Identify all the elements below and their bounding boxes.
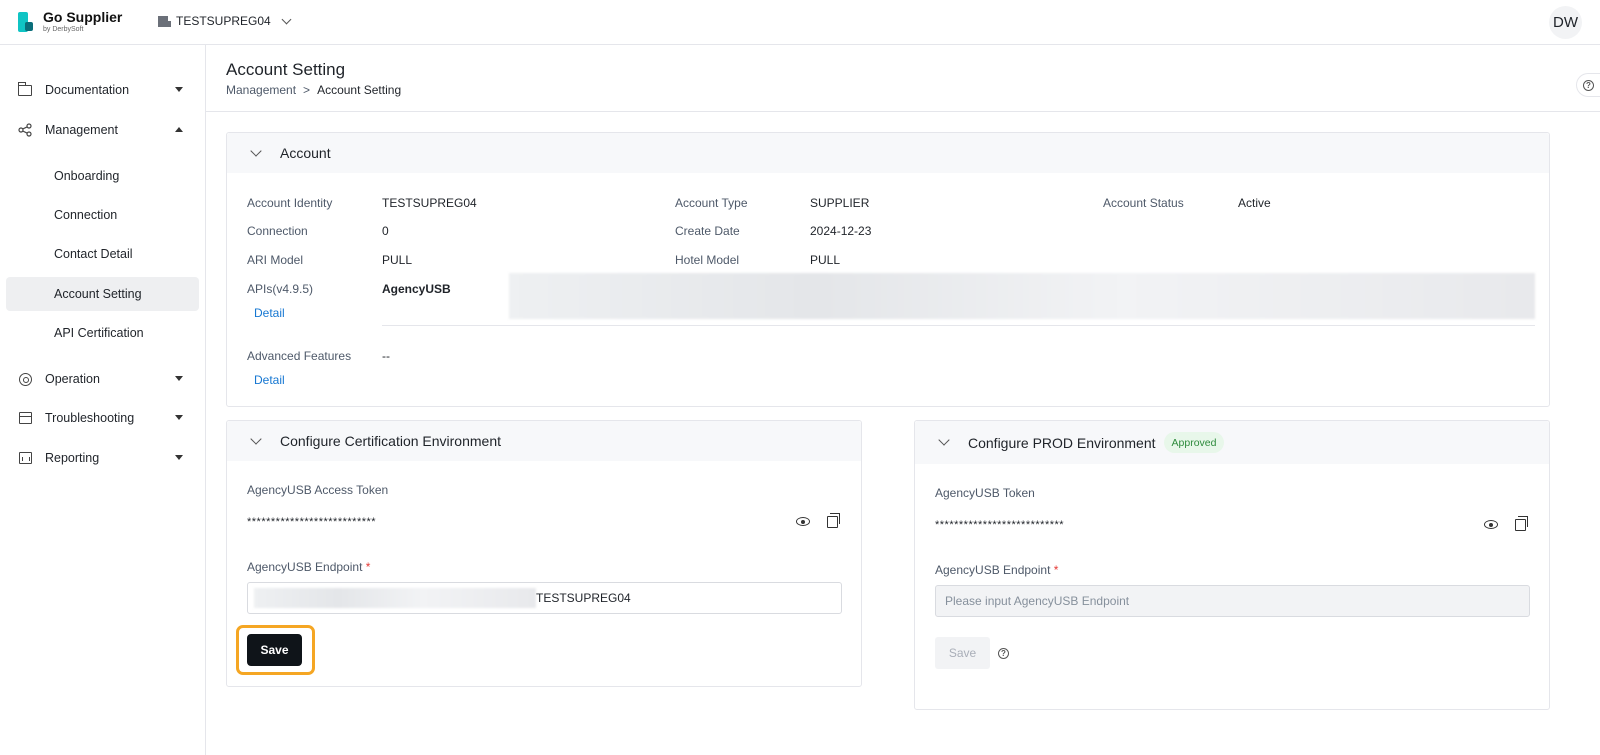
advanced-features-value: -- — [382, 349, 390, 363]
page-title: Account Setting — [226, 60, 346, 79]
caret-down-icon — [175, 376, 183, 381]
sidebar-item-onboarding[interactable]: Onboarding — [6, 159, 199, 193]
account-card-title: Account — [280, 145, 331, 161]
troubleshooting-icon — [18, 411, 32, 425]
caret-down-icon — [175, 87, 183, 92]
endpoint-placeholder: Please input AgencyUSB Endpoint — [945, 594, 1130, 608]
reporting-icon — [18, 451, 32, 465]
chevron-down-icon — [281, 14, 292, 24]
copy-icon[interactable] — [827, 513, 840, 528]
access-token-value: *************************** — [247, 516, 377, 528]
advanced-features-label: Advanced Features — [247, 349, 352, 363]
share-icon — [18, 123, 32, 137]
sidebar: Documentation Management Onboarding Conn… — [0, 45, 206, 755]
chevron-down-icon — [250, 144, 262, 157]
redacted-api-details — [509, 273, 1535, 319]
ari-model-label: ARI Model — [247, 253, 304, 267]
account-status-label: Account Status — [1103, 196, 1184, 210]
prod-card-title: Configure PROD Environment — [968, 434, 1156, 451]
breadcrumb-separator: > — [303, 83, 311, 97]
certification-card-header[interactable]: Configure Certification Environment — [227, 421, 861, 461]
divider — [382, 325, 1535, 326]
account-identity-label: Account Identity — [247, 196, 333, 210]
tenant-selector[interactable]: TESTSUPREG04 — [158, 14, 292, 28]
sidebar-item-contact-detail[interactable]: Contact Detail — [6, 237, 199, 271]
top-bar: Go Supplier by DerbySoft TESTSUPREG04 DW — [0, 0, 1600, 45]
caret-up-icon — [175, 127, 183, 132]
breadcrumb-management[interactable]: Management — [226, 83, 296, 97]
apis-label: APIs(v4.9.5) — [247, 282, 314, 296]
sidebar-item-label: Reporting — [45, 451, 100, 465]
endpoint-input-value: TESTSUPREG04 — [536, 591, 631, 605]
prod-endpoint-input[interactable]: Please input AgencyUSB Endpoint — [935, 585, 1530, 617]
create-date-value: 2024-12-23 — [810, 224, 872, 238]
question-icon[interactable]: ? — [998, 648, 1009, 659]
building-icon — [158, 15, 171, 27]
caret-down-icon — [175, 455, 183, 460]
endpoint-label: AgencyUSB Endpoint * — [247, 560, 371, 574]
sidebar-item-label: Troubleshooting — [45, 411, 135, 425]
connection-value: 0 — [382, 224, 389, 238]
tenant-name: TESTSUPREG04 — [176, 14, 271, 28]
sidebar-item-troubleshooting[interactable]: Troubleshooting — [6, 401, 199, 435]
eye-icon[interactable] — [1484, 520, 1498, 529]
folder-icon — [17, 81, 32, 97]
apis-value: AgencyUSB — [382, 282, 451, 296]
certification-card-title: Configure Certification Environment — [280, 433, 501, 449]
chevron-down-icon — [938, 434, 950, 446]
sidebar-item-label: Operation — [45, 372, 100, 386]
token-value: *************************** — [935, 519, 1065, 531]
app-logo[interactable]: Go Supplier by DerbySoft — [18, 10, 122, 34]
ari-model-value: PULL — [382, 253, 413, 267]
hotel-model-label: Hotel Model — [675, 253, 740, 267]
advanced-features-detail-link[interactable]: Detail — [254, 373, 285, 387]
account-status-value: Active — [1238, 196, 1271, 210]
app-title: Go Supplier — [43, 9, 123, 25]
account-identity-value: TESTSUPREG04 — [382, 196, 477, 210]
prod-save-button[interactable]: Save — [935, 637, 990, 669]
account-type-label: Account Type — [675, 196, 748, 210]
sidebar-item-account-setting[interactable]: Account Setting — [6, 277, 199, 311]
access-token-label: AgencyUSB Access Token — [247, 483, 389, 497]
certification-environment-card: Configure Certification Environment Agen… — [226, 420, 862, 687]
sidebar-item-documentation[interactable]: Documentation — [6, 73, 199, 107]
sidebar-item-management[interactable]: Management — [6, 113, 199, 147]
endpoint-input[interactable]: TESTSUPREG04 — [247, 582, 842, 614]
connection-label: Connection — [247, 224, 308, 238]
save-button[interactable]: Save — [247, 634, 302, 666]
token-label: AgencyUSB Token — [935, 486, 1035, 500]
page-header: Account Setting Management > Account Set… — [206, 45, 1600, 112]
go-supplier-logo-icon — [18, 12, 34, 32]
caret-down-icon — [175, 415, 183, 420]
breadcrumb: Management > Account Setting — [226, 83, 401, 97]
sidebar-item-operation[interactable]: Operation — [6, 362, 199, 396]
help-button[interactable]: ? — [1576, 73, 1600, 97]
chevron-down-icon — [250, 432, 262, 445]
approved-badge: Approved — [1163, 432, 1225, 453]
main-content: Account Setting Management > Account Set… — [206, 45, 1600, 755]
sidebar-item-reporting[interactable]: Reporting — [6, 441, 199, 475]
prod-environment-card: Configure PROD Environment Approved Agen… — [914, 420, 1550, 710]
sidebar-item-connection[interactable]: Connection — [6, 198, 199, 232]
sidebar-item-api-certification[interactable]: API Certification — [6, 316, 199, 350]
account-card-header[interactable]: Account — [227, 133, 1549, 173]
app-subtitle: by DerbySoft — [43, 26, 84, 33]
copy-icon[interactable] — [1515, 516, 1528, 531]
endpoint-label: AgencyUSB Endpoint * — [935, 563, 1059, 577]
gear-icon — [18, 372, 32, 386]
prod-card-header[interactable]: Configure PROD Environment Approved — [915, 421, 1549, 464]
sidebar-item-label: Documentation — [45, 83, 130, 97]
redacted-endpoint-prefix — [254, 588, 536, 608]
user-avatar[interactable]: DW — [1549, 6, 1582, 39]
create-date-label: Create Date — [675, 224, 740, 238]
breadcrumb-current: Account Setting — [317, 83, 402, 97]
eye-icon[interactable] — [796, 517, 810, 526]
question-icon: ? — [1583, 79, 1594, 91]
apis-detail-link[interactable]: Detail — [254, 306, 285, 320]
account-type-value: SUPPLIER — [810, 196, 870, 210]
account-card: Account Account Identity TESTSUPREG04 Ac… — [226, 132, 1550, 407]
hotel-model-value: PULL — [810, 253, 841, 267]
sidebar-item-label: Management — [45, 123, 118, 137]
